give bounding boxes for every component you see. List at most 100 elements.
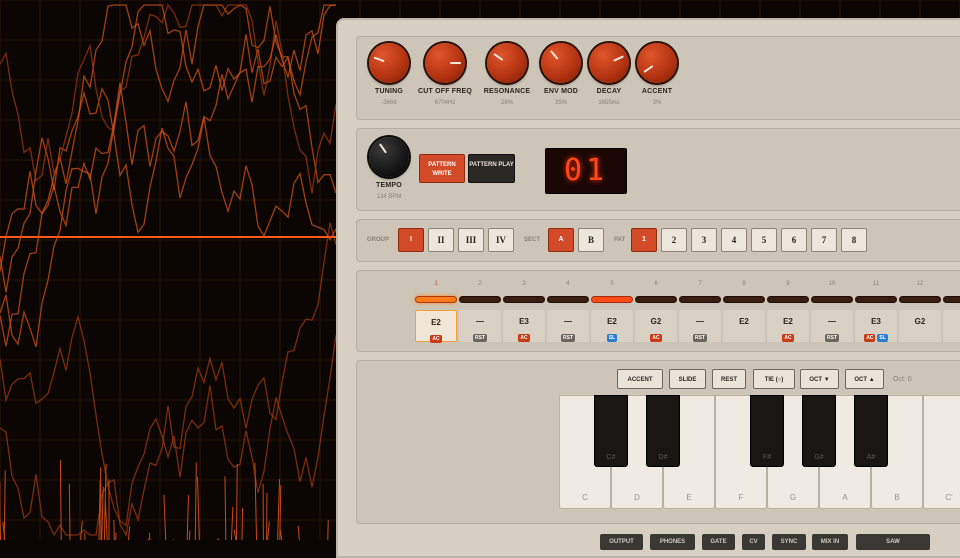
step-note: G2 [899, 317, 941, 326]
knob-label: ACCENT [627, 88, 687, 95]
tempo-knob[interactable] [369, 137, 409, 177]
step-number: 5 [591, 281, 633, 287]
sect-button[interactable]: B [578, 228, 604, 252]
knob-value: 3% [627, 100, 687, 106]
step-cell[interactable]: E2 [723, 310, 765, 342]
step-cell[interactable]: —RST [679, 310, 721, 342]
step-note: E [943, 317, 960, 326]
group-button[interactable]: II [428, 228, 454, 252]
pattern-button[interactable]: 4 [721, 228, 747, 252]
pattern-button[interactable]: 3 [691, 228, 717, 252]
parameter-knob[interactable] [637, 43, 677, 83]
keyboard-function-button[interactable]: OCT ▼ [800, 369, 839, 389]
pattern-button[interactable]: 6 [781, 228, 807, 252]
step-cell[interactable]: —RST [811, 310, 853, 342]
black-key[interactable]: F# [750, 395, 784, 467]
step-cell[interactable]: E2AC [767, 310, 809, 342]
knob-indicator [374, 57, 385, 63]
group-button[interactable]: III [458, 228, 484, 252]
step-led [899, 296, 941, 303]
scope-spike [197, 477, 199, 540]
step-note: E3 [855, 317, 897, 326]
parameter-knob[interactable] [589, 43, 629, 83]
knob-group[interactable]: TUNING-366¢ [359, 43, 419, 106]
step-cell[interactable]: —RST [547, 310, 589, 342]
key-label: F [716, 493, 766, 502]
knob-group[interactable]: RESONANCE28% [477, 43, 537, 106]
step-cell[interactable]: G2AC [635, 310, 677, 342]
step-cell[interactable]: G2 [899, 310, 941, 342]
scope-spike [69, 484, 70, 540]
white-key[interactable]: C' [923, 395, 960, 509]
pattern-button[interactable]: 5 [751, 228, 777, 252]
black-key[interactable]: A# [854, 395, 888, 467]
scope-spike [278, 479, 280, 540]
output-jack-label[interactable]: CV [742, 534, 765, 550]
step-tag: AC [782, 334, 793, 342]
output-jack-label[interactable]: SYNC [772, 534, 806, 550]
step-number: 1 [415, 281, 457, 287]
step-tag: RST [693, 334, 707, 342]
parameter-knob[interactable] [487, 43, 527, 83]
step-cell[interactable]: E3AC [503, 310, 545, 342]
filter-section: TUNING-366¢CUT OFF FREQ6704HzRESONANCE28… [356, 36, 960, 120]
sect-label: SECT [524, 237, 540, 243]
step-note: E3 [503, 317, 545, 326]
step-tag: SL [877, 334, 887, 342]
step-tag: AC [864, 334, 875, 342]
step-led [415, 296, 457, 303]
step-note: — [811, 317, 853, 326]
step-note: — [459, 317, 501, 326]
knob-value: 6704Hz [415, 100, 475, 106]
black-key[interactable]: C# [594, 395, 628, 467]
knob-indicator [550, 50, 559, 60]
tempo-knob-group[interactable]: TEMPO 134 BPM [359, 137, 419, 200]
keyboard-function-button[interactable]: ACCENT [617, 369, 663, 389]
parameter-knob[interactable] [425, 43, 465, 83]
step-cell[interactable]: E2SL [591, 310, 633, 342]
step-led [855, 296, 897, 303]
output-jack-label[interactable]: SAW [856, 534, 930, 550]
scope-spike [225, 476, 226, 540]
pattern-write-button[interactable]: PATTERN WRITE [419, 154, 465, 183]
pattern-button[interactable]: 2 [661, 228, 687, 252]
tempo-value: 134 BPM [359, 194, 419, 200]
knob-group[interactable]: CUT OFF FREQ6704Hz [415, 43, 475, 106]
keyboard-function-button[interactable]: REST [712, 369, 746, 389]
group-button[interactable]: IV [488, 228, 514, 252]
parameter-knob[interactable] [541, 43, 581, 83]
pattern-button[interactable]: 1 [631, 228, 657, 252]
keyboard-section: Oct: 0 ACCENTSLIDERESTTIE (○)OCT ▼OCT ▲C… [356, 360, 960, 524]
output-jack-label[interactable]: GATE [702, 534, 735, 550]
step-cell[interactable]: —RST [459, 310, 501, 342]
step-number: 6 [635, 281, 677, 287]
output-jack-label[interactable]: PHONES [650, 534, 695, 550]
output-jack-label[interactable]: MIX IN [812, 534, 848, 550]
key-label: F# [751, 454, 783, 461]
step-cell[interactable]: E2AC [415, 310, 457, 342]
black-key[interactable]: D# [646, 395, 680, 467]
step-tag: SL [607, 334, 617, 342]
scope-spike [234, 530, 236, 540]
parameter-knob[interactable] [369, 43, 409, 83]
group-button[interactable]: I [398, 228, 424, 252]
knob-group[interactable]: ACCENT 3% [627, 43, 687, 106]
keyboard-function-button[interactable]: OCT ▲ [845, 369, 884, 389]
scope-spike [164, 495, 166, 540]
keyboard-function-button[interactable]: SLIDE [669, 369, 706, 389]
pattern-play-button[interactable]: PATTERN PLAY [468, 154, 515, 183]
output-jack-label[interactable]: OUTPUT [600, 534, 643, 550]
step-note: E2 [416, 318, 456, 327]
step-led [679, 296, 721, 303]
pattern-button[interactable]: 8 [841, 228, 867, 252]
step-cell[interactable]: E3 ACSL [855, 310, 897, 342]
step-number: 8 [723, 281, 765, 287]
step-cell[interactable]: EA [943, 310, 960, 342]
keyboard-function-button[interactable]: TIE (○) [753, 369, 795, 389]
sect-button[interactable]: A [548, 228, 574, 252]
step-number: 10 [811, 281, 853, 287]
key-label: A# [855, 454, 887, 461]
step-number: 9 [767, 281, 809, 287]
pattern-button[interactable]: 7 [811, 228, 837, 252]
black-key[interactable]: G# [802, 395, 836, 467]
